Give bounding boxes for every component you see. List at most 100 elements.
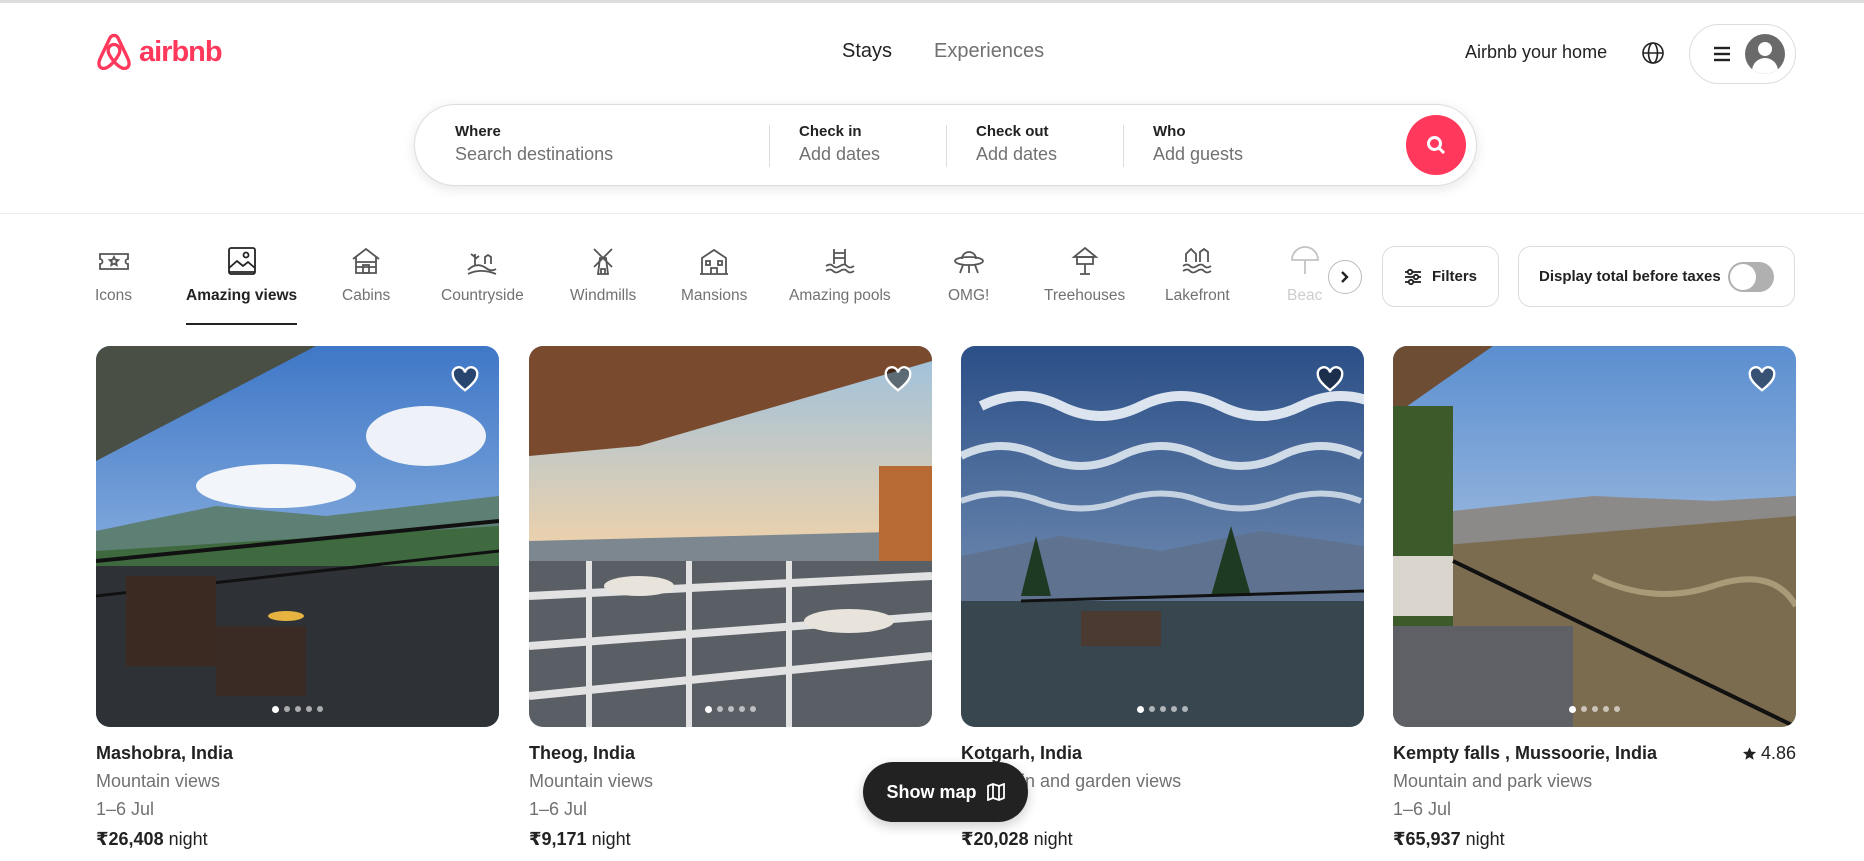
treehouse-icon: [1071, 246, 1099, 275]
tax-toggle-container: Display total before taxes: [1518, 246, 1795, 307]
category-amazing-pools[interactable]: Amazing pools: [789, 244, 891, 305]
wishlist-heart-icon[interactable]: [883, 364, 913, 394]
listing-price-unit: night: [1028, 829, 1073, 849]
category-icons[interactable]: Icons: [95, 244, 132, 305]
windmill-icon: [593, 248, 613, 275]
category-label: Windmills: [570, 287, 637, 304]
tax-toggle-switch[interactable]: [1728, 261, 1774, 292]
listing-price-amount: ₹26,408: [96, 829, 164, 849]
wishlist-heart-icon[interactable]: [450, 364, 480, 394]
wishlist-heart-icon[interactable]: [1747, 364, 1777, 394]
header-divider: [0, 213, 1864, 214]
category-countryside[interactable]: Countryside: [441, 244, 524, 305]
listing-card[interactable]: Mashobra, India Mountain views 1–6 Jul ₹…: [96, 346, 499, 850]
check-in-field[interactable]: Check in Add dates: [799, 123, 949, 165]
check-out-placeholder: Add dates: [976, 144, 1058, 164]
listing-price-amount: ₹9,171: [529, 829, 587, 849]
listing-title: Kempty falls , Mussoorie, India: [1393, 743, 1658, 763]
category-treehouses[interactable]: Treehouses: [1044, 244, 1125, 305]
search-button[interactable]: [1406, 115, 1466, 175]
cabin-icon: [352, 247, 380, 274]
listing-photo[interactable]: [961, 346, 1364, 727]
tab-experiences[interactable]: Experiences: [934, 40, 1044, 63]
map-icon: [986, 783, 1005, 801]
lakefront-icon: [1182, 247, 1212, 274]
category-label: Lakefront: [1165, 287, 1230, 304]
listing-rating-value: 4.86: [1760, 743, 1796, 763]
filters-label: Filters: [1431, 268, 1477, 285]
category-mansions[interactable]: Mansions: [681, 244, 747, 305]
listing-subtitle: Mountain and park views: [1393, 771, 1593, 791]
listing-price: ₹20,028 night: [961, 829, 1364, 850]
category-label: Cabins: [342, 287, 391, 304]
listing-title: Theog, India: [529, 743, 635, 763]
picture-icon: [227, 247, 256, 275]
category-label: Amazing views: [186, 287, 298, 304]
listing-dates: 1–6 Jul: [1393, 799, 1452, 819]
nav-tabs: Stays Experiences: [842, 40, 1044, 63]
listing-photo-image: [96, 346, 499, 727]
airbnb-your-home-link[interactable]: Airbnb your home: [1465, 42, 1607, 63]
globe-icon[interactable]: [1641, 41, 1665, 65]
check-out-field[interactable]: Check out Add dates: [976, 123, 1126, 165]
countryside-icon: [467, 253, 497, 275]
category-lakefront[interactable]: Lakefront: [1165, 244, 1230, 305]
photo-carousel-dots: [96, 706, 499, 713]
photo-carousel-dots: [961, 706, 1364, 713]
airbnb-logo[interactable]: airbnb: [95, 32, 223, 72]
ufo-icon: [953, 251, 984, 274]
show-map-button[interactable]: Show map: [863, 762, 1028, 822]
user-menu-button[interactable]: [1689, 24, 1796, 84]
listing-title: Mashobra, India: [96, 743, 234, 763]
tab-stays[interactable]: Stays: [842, 40, 892, 63]
photo-carousel-dots: [1393, 706, 1796, 713]
check-out-label: Check out: [976, 123, 1049, 140]
listing-card[interactable]: Kempty falls , Mussoorie, India 4.86 Mou…: [1393, 346, 1796, 850]
listing-price-amount: ₹20,028: [961, 829, 1029, 849]
who-field[interactable]: Who Add guests: [1153, 123, 1373, 165]
airbnb-logo-icon: [97, 33, 131, 71]
category-label: OMG!: [948, 287, 990, 304]
beach-umbrella-icon: [1290, 246, 1319, 274]
category-label: Amazing pools: [789, 287, 891, 304]
listing-price-unit: night: [1460, 829, 1505, 849]
category-cabins[interactable]: Cabins: [342, 244, 390, 305]
user-avatar-icon: [1745, 34, 1785, 74]
listing-photo[interactable]: [1393, 346, 1796, 727]
where-label: Where: [455, 123, 501, 140]
who-placeholder: Add guests: [1153, 144, 1244, 164]
categories-next-button[interactable]: [1328, 260, 1362, 294]
listing-photo[interactable]: [529, 346, 932, 727]
where-field[interactable]: Where Search destinations: [455, 123, 755, 165]
category-label: Icons: [95, 287, 133, 304]
search-divider: [769, 125, 770, 167]
check-in-placeholder: Add dates: [799, 144, 881, 164]
listing-price-unit: night: [163, 829, 208, 849]
category-windmills[interactable]: Windmills: [570, 244, 636, 305]
listing-price: ₹9,171 night: [529, 829, 932, 850]
category-label: Beac: [1287, 287, 1323, 304]
search-divider: [946, 125, 947, 167]
category-amazing-views[interactable]: Amazing views: [186, 244, 298, 325]
listing-photo-image: [529, 346, 932, 727]
listing-subtitle: Mountain views: [96, 771, 221, 791]
wishlist-heart-icon[interactable]: [1315, 364, 1345, 394]
filters-button[interactable]: Filters: [1382, 246, 1499, 307]
listing-dates: 1–6 Jul: [96, 799, 155, 819]
listing-photo[interactable]: [96, 346, 499, 727]
ticket-icon: [98, 253, 129, 270]
category-omg[interactable]: OMG!: [948, 244, 989, 305]
show-map-label: Show map: [886, 781, 977, 802]
pool-icon: [825, 249, 855, 274]
search-bar: Where Search destinations Check in Add d…: [414, 104, 1477, 186]
category-beach[interactable]: Beac: [1287, 244, 1322, 305]
search-icon: [1427, 136, 1446, 155]
listing-title: Kotgarh, India: [961, 743, 1082, 763]
mansion-icon: [700, 248, 729, 275]
who-label: Who: [1153, 123, 1186, 140]
brand-name: airbnb: [139, 35, 223, 68]
listing-photo-image: [1393, 346, 1796, 727]
photo-carousel-dots: [529, 706, 932, 713]
listing-price: ₹26,408 night: [96, 829, 499, 850]
check-in-label: Check in: [799, 123, 862, 140]
